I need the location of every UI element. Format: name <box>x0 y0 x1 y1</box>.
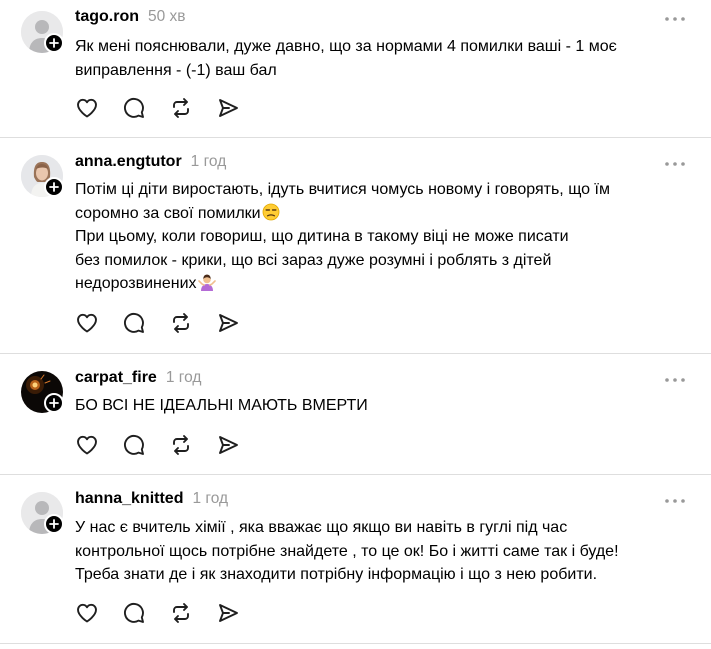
comment-line: Треба знати де і як знаходити потрібну і… <box>75 566 598 583</box>
plus-icon <box>49 182 59 192</box>
reply-button[interactable] <box>122 311 146 335</box>
repost-icon <box>173 98 189 118</box>
timestamp: 1 год <box>190 153 227 170</box>
comment-text: У нас є вчитель хімії , яка вважає що як… <box>75 516 695 587</box>
action-bar <box>75 311 255 335</box>
more-options-icon <box>665 162 685 166</box>
like-button[interactable] <box>75 601 99 625</box>
timestamp: 1 год <box>165 369 202 386</box>
send-icon <box>219 436 238 454</box>
comment-line: без помилок - крики, що всі зараз дуже р… <box>75 251 552 269</box>
repost-icon <box>173 435 189 455</box>
comment-line: При цьому, коли говориш, що дитина в так… <box>75 228 569 245</box>
divider <box>0 137 711 138</box>
comment-bubble-icon <box>124 313 144 333</box>
comment-header: carpat_fire 1 год <box>75 369 201 391</box>
send-icon <box>219 604 238 622</box>
heart-icon <box>77 603 97 623</box>
repost-button[interactable] <box>169 433 193 457</box>
comments-feed: tago.ron 50 хв Як мені пояснювали, дуже … <box>0 0 711 649</box>
share-button[interactable] <box>216 311 240 335</box>
send-icon <box>219 314 238 332</box>
more-options-button[interactable] <box>664 13 686 25</box>
comment-text: Як мені пояснювали, дуже давно, що за но… <box>75 35 695 82</box>
more-options-button[interactable] <box>664 374 686 386</box>
follow-button[interactable] <box>44 177 64 197</box>
share-button[interactable] <box>216 433 240 457</box>
comment-line: БО ВСІ НЕ ІДЕАЛЬНІ МАЮТЬ ВМЕРТИ <box>75 397 368 414</box>
comment-line: Як мені пояснювали, дуже давно, що за но… <box>75 38 617 55</box>
username[interactable]: anna.engtutor <box>75 153 182 171</box>
divider <box>0 474 711 475</box>
share-button[interactable] <box>216 601 240 625</box>
divider <box>0 353 711 354</box>
timestamp: 50 хв <box>148 8 186 25</box>
username[interactable]: hanna_knitted <box>75 490 183 508</box>
heart-icon <box>77 98 97 118</box>
comment-line: контрольної щось потрібне знайдете , то … <box>75 542 619 560</box>
like-button[interactable] <box>75 433 99 457</box>
plus-icon <box>49 398 59 408</box>
comment-header: hanna_knitted 1 год <box>75 490 228 512</box>
unamused-face-icon <box>262 203 280 220</box>
timestamp: 1 год <box>192 490 229 507</box>
comment-line: У нас є вчитель хімії , яка вважає що як… <box>75 519 568 536</box>
more-options-icon <box>665 378 685 382</box>
username[interactable]: carpat_fire <box>75 369 157 387</box>
comment-header: anna.engtutor 1 год <box>75 153 226 175</box>
repost-button[interactable] <box>169 311 193 335</box>
heart-icon <box>77 313 97 333</box>
plus-icon <box>49 519 59 529</box>
comment-text: Потім ці діти виростають, ідуть вчитися … <box>75 178 695 296</box>
comment-line: виправлення - (-1) ваш бал <box>75 61 277 79</box>
comment-line: Потім ці діти виростають, ідуть вчитися … <box>75 181 610 198</box>
comment-line-text: соромно за свої помилки <box>75 204 261 222</box>
more-options-icon <box>665 17 685 21</box>
comment-text: БО ВСІ НЕ ІДЕАЛЬНІ МАЮТЬ ВМЕРТИ <box>75 394 695 418</box>
repost-icon <box>173 313 189 333</box>
comment-header: tago.ron 50 хв <box>75 8 186 30</box>
comment-bubble-icon <box>124 98 144 118</box>
username[interactable]: tago.ron <box>75 8 139 26</box>
more-options-icon <box>665 499 685 503</box>
action-bar <box>75 96 255 120</box>
share-button[interactable] <box>216 96 240 120</box>
action-bar <box>75 433 255 457</box>
comment-line: соромно за свої помилки <box>75 202 695 226</box>
repost-icon <box>173 603 189 623</box>
divider <box>0 643 711 644</box>
more-options-button[interactable] <box>664 495 686 507</box>
comment-bubble-icon <box>124 435 144 455</box>
comment-line-text: недорозвинених <box>75 275 197 292</box>
reply-button[interactable] <box>122 433 146 457</box>
like-button[interactable] <box>75 311 99 335</box>
repost-button[interactable] <box>169 96 193 120</box>
more-options-button[interactable] <box>664 158 686 170</box>
action-bar <box>75 601 255 625</box>
repost-button[interactable] <box>169 601 193 625</box>
like-button[interactable] <box>75 96 99 120</box>
plus-icon <box>49 38 59 48</box>
reply-button[interactable] <box>122 96 146 120</box>
person-shrugging-icon <box>197 274 216 291</box>
send-icon <box>219 99 238 117</box>
comment-bubble-icon <box>124 603 144 623</box>
heart-icon <box>77 435 97 455</box>
follow-button[interactable] <box>44 514 64 534</box>
person-shrugging-emoji <box>197 273 216 291</box>
comment-line: недорозвинених <box>75 272 695 296</box>
follow-button[interactable] <box>44 33 64 53</box>
follow-button[interactable] <box>44 393 64 413</box>
reply-button[interactable] <box>122 601 146 625</box>
unamused-face-emoji <box>262 203 280 221</box>
